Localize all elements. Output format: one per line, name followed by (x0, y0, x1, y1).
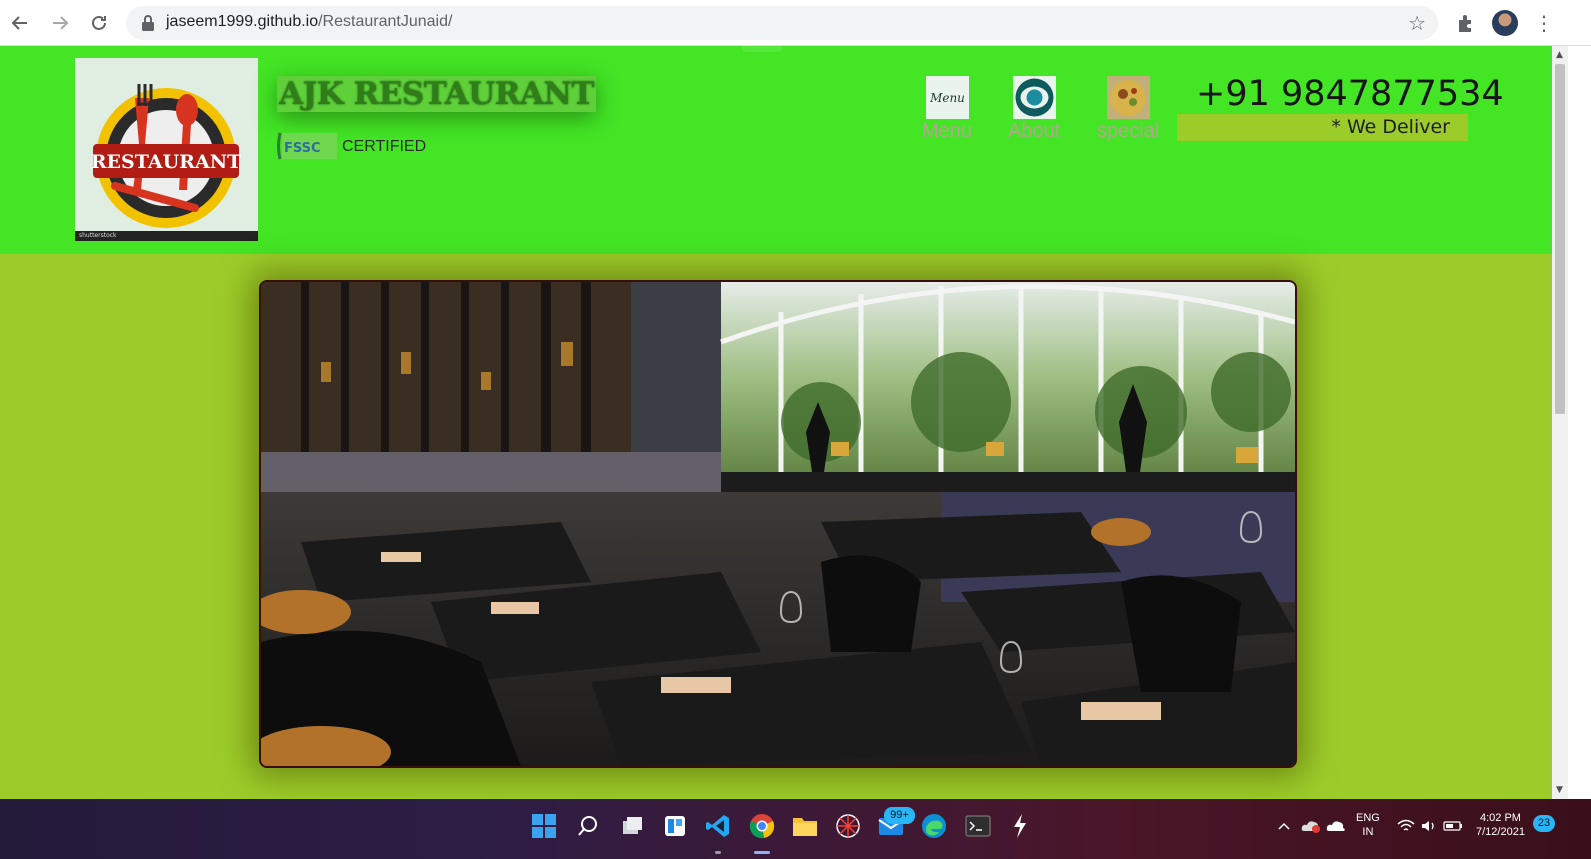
reload-icon[interactable] (86, 10, 112, 36)
restaurant-interior-image (259, 280, 1297, 768)
nav-about[interactable]: About (1008, 76, 1060, 142)
tray-overflow-chevron-icon[interactable] (1276, 811, 1292, 841)
brand-name: AJK RESTAURANT (277, 76, 596, 112)
menu-thumbnail: Menu (925, 76, 969, 119)
windows-start-icon[interactable] (529, 811, 559, 841)
cloud-sync-icon[interactable] (1325, 811, 1347, 841)
address-bar[interactable]: jaseem1999.github.io/RestaurantJunaid/ ☆ (126, 6, 1438, 40)
logo-text: RESTAURANT (91, 151, 241, 173)
extensions-puzzle-icon[interactable] (1455, 12, 1477, 34)
window-edge (1568, 46, 1591, 799)
nav-special[interactable]: special (1097, 76, 1159, 142)
special-dish-thumbnail (1106, 76, 1150, 119)
browser-menu-icon[interactable]: ⋮ (1534, 10, 1554, 36)
fssc-logo: FSSC (277, 132, 337, 160)
taskbar-active-highlight (742, 2, 782, 52)
chrome-active-indicator (754, 851, 770, 854)
terminal-icon[interactable] (963, 811, 993, 841)
chrome-icon[interactable] (747, 811, 777, 841)
nav-about-label: About (1008, 120, 1061, 142)
we-deliver-banner: * We Deliver (1177, 114, 1468, 141)
widgets-icon[interactable] (660, 811, 690, 841)
notification-count-badge[interactable]: 23 (1533, 815, 1555, 832)
task-view-icon[interactable] (617, 811, 647, 841)
forward-icon[interactable] (47, 10, 73, 36)
scroll-down-arrow-icon[interactable]: ▼ (1556, 785, 1563, 795)
page-scrollbar[interactable]: ▲ ▼ (1552, 46, 1568, 799)
volume-icon[interactable] (1419, 811, 1439, 841)
profile-avatar[interactable] (1492, 10, 1518, 36)
lock-icon (142, 15, 154, 31)
search-icon[interactable] (573, 811, 603, 841)
edge-icon[interactable] (919, 811, 949, 841)
nav-menu[interactable]: Menu Menu (922, 76, 972, 142)
scroll-up-arrow-icon[interactable]: ▲ (1556, 50, 1563, 60)
logo-footer: shutterstock (75, 231, 258, 241)
clock[interactable]: 4:02 PM 7/12/2021 (1476, 811, 1525, 839)
scrollbar-thumb[interactable] (1555, 64, 1565, 414)
about-thumbnail (1012, 76, 1056, 119)
bolt-app-icon[interactable] (1005, 811, 1035, 841)
nav-menu-label: Menu (922, 120, 973, 142)
file-explorer-icon[interactable] (790, 811, 820, 841)
battery-icon[interactable] (1442, 811, 1464, 841)
restaurant-logo: RESTAURANT shutterstock (75, 58, 258, 241)
browser-toolbar: jaseem1999.github.io/RestaurantJunaid/ ☆… (0, 0, 1591, 46)
language-indicator[interactable]: ENG IN (1356, 811, 1380, 839)
certified-label: CERTIFIED (342, 138, 427, 155)
wifi-icon[interactable] (1396, 811, 1416, 841)
onedrive-error-icon[interactable] (1300, 811, 1322, 841)
url-text: jaseem1999.github.io/RestaurantJunaid/ (166, 13, 453, 30)
nav-special-label: special (1097, 120, 1160, 142)
mail-unread-badge: 99+ (884, 807, 915, 824)
bookmark-star-icon[interactable]: ☆ (1408, 11, 1426, 35)
vscode-running-indicator (715, 851, 721, 854)
network-app-icon[interactable] (833, 811, 863, 841)
svg-text:FSSC: FSSC (284, 141, 321, 156)
vscode-icon[interactable] (703, 811, 733, 841)
svg-text:Menu: Menu (929, 91, 965, 105)
phone-number: +91 9847877534 (1196, 74, 1504, 114)
back-icon[interactable] (7, 10, 33, 36)
